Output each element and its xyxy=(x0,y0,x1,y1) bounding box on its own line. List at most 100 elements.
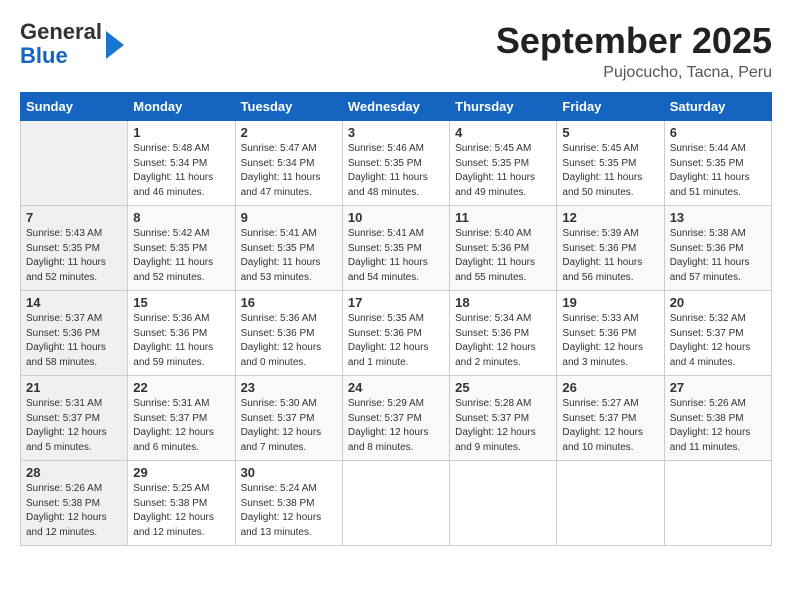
calendar-week-row: 1 Sunrise: 5:48 AM Sunset: 5:34 PM Daylig… xyxy=(21,121,772,206)
day-number: 25 xyxy=(455,380,551,395)
day-number: 11 xyxy=(455,210,551,225)
day-number: 24 xyxy=(348,380,444,395)
weekday-header-monday: Monday xyxy=(128,93,235,121)
day-number: 7 xyxy=(26,210,122,225)
day-info: Sunrise: 5:26 AM Sunset: 5:38 PM Dayligh… xyxy=(26,482,122,540)
day-number: 10 xyxy=(348,210,444,225)
calendar-cell: 29Sunrise: 5:25 AM Sunset: 5:38 PM Dayli… xyxy=(128,461,235,546)
location-subtitle: Pujocucho, Tacna, Peru xyxy=(496,64,772,82)
day-number: 18 xyxy=(455,295,551,310)
day-info: Sunrise: 5:35 AM Sunset: 5:36 PM Dayligh… xyxy=(348,312,444,370)
day-info: Sunrise: 5:32 AM Sunset: 5:37 PM Dayligh… xyxy=(670,312,766,370)
day-info: Sunrise: 5:25 AM Sunset: 5:38 PM Dayligh… xyxy=(133,482,229,540)
calendar-cell: 3Sunrise: 5:46 AM Sunset: 5:35 PM Daylig… xyxy=(342,121,449,206)
day-info: Sunrise: 5:39 AM Sunset: 5:36 PM Dayligh… xyxy=(562,227,658,285)
calendar-cell: 26Sunrise: 5:27 AM Sunset: 5:37 PM Dayli… xyxy=(557,376,664,461)
day-number: 3 xyxy=(348,125,444,140)
day-number: 2 xyxy=(241,125,337,140)
day-number: 1 xyxy=(133,125,229,140)
day-info: Sunrise: 5:48 AM Sunset: 5:34 PM Dayligh… xyxy=(133,142,229,200)
day-info: Sunrise: 5:38 AM Sunset: 5:36 PM Dayligh… xyxy=(670,227,766,285)
day-info: Sunrise: 5:34 AM Sunset: 5:36 PM Dayligh… xyxy=(455,312,551,370)
day-number: 12 xyxy=(562,210,658,225)
day-info: Sunrise: 5:30 AM Sunset: 5:37 PM Dayligh… xyxy=(241,397,337,455)
day-number: 15 xyxy=(133,295,229,310)
day-info: Sunrise: 5:27 AM Sunset: 5:37 PM Dayligh… xyxy=(562,397,658,455)
day-info: Sunrise: 5:37 AM Sunset: 5:36 PM Dayligh… xyxy=(26,312,122,370)
calendar-cell xyxy=(342,461,449,546)
calendar-cell: 22Sunrise: 5:31 AM Sunset: 5:37 PM Dayli… xyxy=(128,376,235,461)
day-number: 19 xyxy=(562,295,658,310)
logo: General Blue xyxy=(20,20,124,68)
day-info: Sunrise: 5:43 AM Sunset: 5:35 PM Dayligh… xyxy=(26,227,122,285)
calendar-week-row: 21 Sunrise: 5:31 AM Sunset: 5:37 PM Dayli… xyxy=(21,376,772,461)
day-number: 16 xyxy=(241,295,337,310)
calendar-cell: 13 Sunrise: 5:38 AM Sunset: 5:36 PM Dayli… xyxy=(664,206,771,291)
calendar-cell: 6 Sunrise: 5:44 AM Sunset: 5:35 PM Daylig… xyxy=(664,121,771,206)
day-number: 8 xyxy=(133,210,229,225)
calendar-cell: 27Sunrise: 5:26 AM Sunset: 5:38 PM Dayli… xyxy=(664,376,771,461)
day-info: Sunrise: 5:31 AM Sunset: 5:37 PM Dayligh… xyxy=(133,397,229,455)
weekday-header-wednesday: Wednesday xyxy=(342,93,449,121)
day-info: Sunrise: 5:40 AM Sunset: 5:36 PM Dayligh… xyxy=(455,227,551,285)
logo-arrow-icon xyxy=(106,31,124,59)
calendar-cell: 16 Sunrise: 5:36 AM Sunset: 5:36 PM Dayli… xyxy=(235,291,342,376)
calendar-cell: 19 Sunrise: 5:33 AM Sunset: 5:36 PM Dayli… xyxy=(557,291,664,376)
day-number: 30 xyxy=(241,465,337,480)
weekday-header-thursday: Thursday xyxy=(450,93,557,121)
calendar-week-row: 28 Sunrise: 5:26 AM Sunset: 5:38 PM Dayli… xyxy=(21,461,772,546)
day-info: Sunrise: 5:45 AM Sunset: 5:35 PM Dayligh… xyxy=(455,142,551,200)
day-info: Sunrise: 5:45 AM Sunset: 5:35 PM Dayligh… xyxy=(562,142,658,200)
calendar-cell xyxy=(21,121,128,206)
day-number: 5 xyxy=(562,125,658,140)
calendar-cell: 20 Sunrise: 5:32 AM Sunset: 5:37 PM Dayli… xyxy=(664,291,771,376)
logo-general: General xyxy=(20,20,102,44)
weekday-header-tuesday: Tuesday xyxy=(235,93,342,121)
calendar-cell: 21Sunrise: 5:31 AM Sunset: 5:37 PM Dayli… xyxy=(21,376,128,461)
weekday-header-row: SundayMondayTuesdayWednesdayThursdayFrid… xyxy=(21,93,772,121)
calendar-body: 1 Sunrise: 5:48 AM Sunset: 5:34 PM Daylig… xyxy=(21,121,772,546)
calendar-cell: 15 Sunrise: 5:36 AM Sunset: 5:36 PM Dayli… xyxy=(128,291,235,376)
calendar-cell: 11 Sunrise: 5:40 AM Sunset: 5:36 PM Dayli… xyxy=(450,206,557,291)
calendar-cell: 12 Sunrise: 5:39 AM Sunset: 5:36 PM Dayli… xyxy=(557,206,664,291)
weekday-header-saturday: Saturday xyxy=(664,93,771,121)
calendar-cell xyxy=(450,461,557,546)
weekday-header-friday: Friday xyxy=(557,93,664,121)
day-info: Sunrise: 5:33 AM Sunset: 5:36 PM Dayligh… xyxy=(562,312,658,370)
calendar-cell: 2 Sunrise: 5:47 AM Sunset: 5:34 PM Daylig… xyxy=(235,121,342,206)
day-number: 21 xyxy=(26,380,122,395)
day-number: 27 xyxy=(670,380,766,395)
calendar-table: SundayMondayTuesdayWednesdayThursdayFrid… xyxy=(20,92,772,546)
calendar-cell: 4 Sunrise: 5:45 AM Sunset: 5:35 PM Daylig… xyxy=(450,121,557,206)
day-number: 28 xyxy=(26,465,122,480)
calendar-cell: 28 Sunrise: 5:26 AM Sunset: 5:38 PM Dayli… xyxy=(21,461,128,546)
day-number: 13 xyxy=(670,210,766,225)
day-number: 4 xyxy=(455,125,551,140)
page-header: General Blue September 2025 Pujocucho, T… xyxy=(20,20,772,82)
day-info: Sunrise: 5:24 AM Sunset: 5:38 PM Dayligh… xyxy=(241,482,337,540)
calendar-cell: 17 Sunrise: 5:35 AM Sunset: 5:36 PM Dayli… xyxy=(342,291,449,376)
day-number: 17 xyxy=(348,295,444,310)
calendar-cell: 18 Sunrise: 5:34 AM Sunset: 5:36 PM Dayli… xyxy=(450,291,557,376)
calendar-cell: 1 Sunrise: 5:48 AM Sunset: 5:34 PM Daylig… xyxy=(128,121,235,206)
calendar-header: SundayMondayTuesdayWednesdayThursdayFrid… xyxy=(21,93,772,121)
day-info: Sunrise: 5:36 AM Sunset: 5:36 PM Dayligh… xyxy=(133,312,229,370)
day-info: Sunrise: 5:36 AM Sunset: 5:36 PM Dayligh… xyxy=(241,312,337,370)
day-number: 20 xyxy=(670,295,766,310)
weekday-header-sunday: Sunday xyxy=(21,93,128,121)
day-info: Sunrise: 5:28 AM Sunset: 5:37 PM Dayligh… xyxy=(455,397,551,455)
calendar-cell: 24Sunrise: 5:29 AM Sunset: 5:37 PM Dayli… xyxy=(342,376,449,461)
day-number: 14 xyxy=(26,295,122,310)
day-info: Sunrise: 5:42 AM Sunset: 5:35 PM Dayligh… xyxy=(133,227,229,285)
calendar-cell: 5 Sunrise: 5:45 AM Sunset: 5:35 PM Daylig… xyxy=(557,121,664,206)
day-number: 6 xyxy=(670,125,766,140)
day-number: 23 xyxy=(241,380,337,395)
calendar-cell: 10Sunrise: 5:41 AM Sunset: 5:35 PM Dayli… xyxy=(342,206,449,291)
day-info: Sunrise: 5:41 AM Sunset: 5:35 PM Dayligh… xyxy=(241,227,337,285)
calendar-week-row: 7 Sunrise: 5:43 AM Sunset: 5:35 PM Daylig… xyxy=(21,206,772,291)
day-number: 9 xyxy=(241,210,337,225)
calendar-cell: 8 Sunrise: 5:42 AM Sunset: 5:35 PM Daylig… xyxy=(128,206,235,291)
calendar-cell: 25 Sunrise: 5:28 AM Sunset: 5:37 PM Dayli… xyxy=(450,376,557,461)
day-info: Sunrise: 5:44 AM Sunset: 5:35 PM Dayligh… xyxy=(670,142,766,200)
day-info: Sunrise: 5:47 AM Sunset: 5:34 PM Dayligh… xyxy=(241,142,337,200)
